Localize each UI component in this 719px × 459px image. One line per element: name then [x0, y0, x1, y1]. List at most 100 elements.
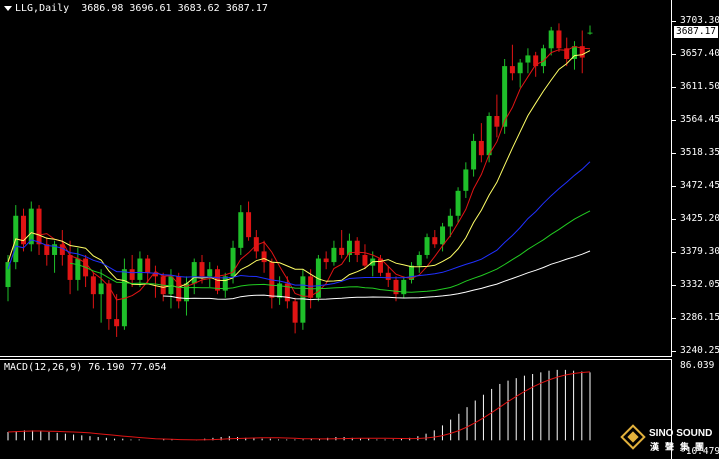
ohlc-values: 3686.98 3696.61 3683.62 3687.17	[81, 3, 268, 14]
price-tick-label: 3703.30	[680, 15, 719, 26]
candle-body	[556, 30, 562, 49]
price-tick-mark	[672, 120, 676, 121]
candle-body	[393, 279, 399, 295]
price-tick-label: 3240.25	[680, 345, 719, 356]
candle	[36, 205, 42, 255]
candle	[556, 23, 562, 52]
ma-blue-line	[7, 161, 591, 287]
candle-body	[36, 208, 42, 245]
candle	[246, 201, 252, 241]
candle-body	[525, 55, 531, 63]
dropdown-arrow-icon[interactable]	[4, 5, 12, 11]
candle-body	[447, 215, 453, 227]
candle	[517, 58, 523, 88]
candle-body	[207, 269, 213, 277]
price-axis[interactable]: 3703.30 3657.40 3611.50 3564.45 3518.35 3472.…	[672, 0, 719, 459]
macd-chart-canvas[interactable]	[0, 359, 672, 459]
candle	[401, 276, 407, 298]
price-tick-mark	[672, 252, 676, 253]
candle	[129, 254, 135, 288]
candle	[323, 251, 329, 270]
candle-body	[494, 115, 500, 127]
candle-body	[5, 262, 11, 288]
candle	[90, 272, 96, 309]
candle-body	[432, 237, 438, 245]
candle	[21, 208, 27, 252]
candle	[362, 244, 368, 270]
candle-body	[75, 258, 81, 280]
candle-body	[540, 48, 546, 67]
price-tick-label: 3657.40	[680, 48, 719, 59]
candle	[509, 44, 515, 81]
candle-body	[471, 140, 477, 170]
candle	[152, 265, 158, 298]
candle-body	[323, 258, 329, 263]
candle	[44, 237, 50, 266]
candle-body	[98, 283, 104, 295]
candle-body	[455, 190, 461, 216]
candle	[455, 187, 461, 223]
candle	[494, 94, 500, 138]
candle	[207, 262, 213, 288]
candle	[409, 262, 415, 284]
candle-body	[292, 301, 298, 323]
candle-body	[587, 32, 593, 34]
candle	[269, 258, 275, 309]
candle	[346, 233, 352, 263]
price-tick-mark	[672, 87, 676, 88]
price-tick-label: 3518.35	[680, 147, 719, 158]
price-tick-label: 3611.50	[680, 81, 719, 92]
logo-brand-chinese: 漢聲集團	[650, 443, 711, 453]
chart-window[interactable]: LLG,Daily 3686.98 3696.61 3683.62 3687.1…	[0, 0, 719, 459]
candle	[176, 272, 182, 309]
candle	[587, 25, 593, 35]
candle-body	[246, 212, 252, 238]
candle-body	[145, 258, 151, 273]
candle	[238, 205, 244, 255]
candle-body	[331, 247, 337, 263]
candle-body	[354, 240, 360, 255]
candle-body	[385, 272, 391, 280]
candle-body	[509, 66, 515, 74]
candle-body	[308, 276, 314, 298]
candle-body	[238, 212, 244, 248]
price-chart-canvas[interactable]	[0, 0, 672, 357]
candle-body	[114, 319, 120, 327]
price-tick-mark	[672, 54, 676, 55]
logo-brand-name: SINO SOUND	[649, 428, 713, 439]
price-tick-label: 3472.45	[680, 180, 719, 191]
candle	[222, 272, 228, 298]
candle-body	[424, 237, 430, 255]
candle	[463, 162, 469, 198]
candle-body	[261, 251, 267, 263]
candle-body	[339, 247, 345, 255]
macd-signal-line	[7, 371, 591, 441]
candle-body	[199, 262, 205, 277]
price-tick-mark	[672, 351, 676, 352]
candle	[114, 294, 120, 337]
candle	[440, 222, 446, 252]
price-tick-mark	[672, 21, 676, 22]
candle	[354, 237, 360, 263]
candle-body	[517, 62, 523, 74]
candle-body	[67, 254, 73, 280]
candle	[432, 230, 438, 248]
candle-body	[129, 269, 135, 280]
candle	[416, 251, 422, 273]
candle	[83, 254, 89, 288]
candle	[52, 240, 58, 273]
candle-body	[478, 140, 484, 156]
candle	[67, 240, 73, 295]
price-tick-label: 3425.20	[680, 213, 719, 224]
candle	[424, 233, 430, 259]
ma-white-line	[163, 250, 591, 301]
symbol-label: LLG,Daily	[15, 3, 70, 14]
price-tick-label: 3564.45	[680, 114, 719, 125]
candle	[121, 258, 127, 330]
candle	[548, 26, 554, 56]
candle-body	[486, 115, 492, 156]
sino-sound-logo: SINO SOUND 漢聲集團	[618, 424, 718, 458]
macd-axis-label: 86.039	[680, 360, 715, 371]
candle	[137, 251, 143, 288]
candle-body	[548, 30, 554, 49]
